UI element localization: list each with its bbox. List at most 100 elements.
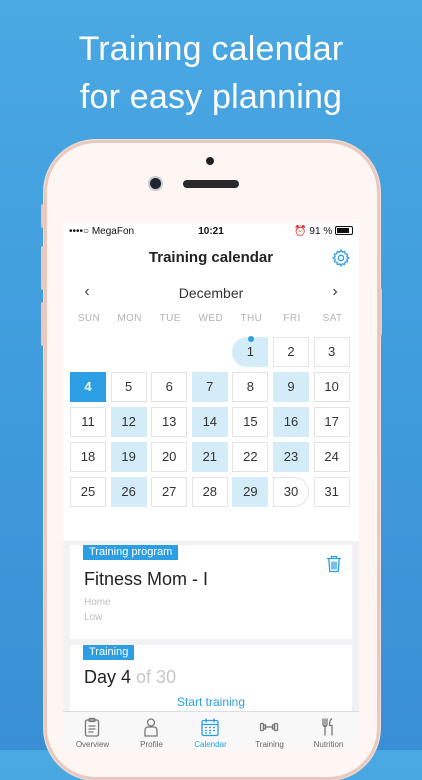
fork-knife-icon [322,717,333,736]
alarm-icon: ⏰ [294,226,307,237]
day-number: 16 [283,414,299,429]
promo-headline-line1: Training calendar [78,30,344,68]
calendar-day[interactable]: 10 [313,372,350,402]
calendar-day[interactable]: 2 [273,337,309,367]
battery-status: ⏰ 91 % [294,226,353,237]
weekday-label: SAT [322,313,343,324]
calendar-day[interactable]: 6 [151,372,188,402]
phone-volume-down [41,302,45,346]
tab-label: Profile [140,740,163,749]
day-number: 11 [81,414,95,429]
tab-bar: Overview Profile Calendar Training Nutri… [63,711,359,750]
calendar-day[interactable]: 30 [273,477,309,507]
program-tag: Training program [83,545,179,560]
calendar-day[interactable]: 25 [70,477,106,507]
dumbbell-icon [259,722,279,732]
day-number: 9 [287,379,295,394]
phone-volume-up [41,246,45,290]
calendar-day[interactable]: 3 [313,337,350,367]
start-training-button[interactable]: Start training [70,695,352,709]
day-number: 4 [84,379,92,394]
calendar-day[interactable]: 11 [70,407,106,437]
calendar-day[interactable]: 28 [191,477,228,507]
calendar-day[interactable]: 24 [313,442,350,472]
weekday-label: THU [240,313,263,324]
calendar-day[interactable]: 22 [232,442,269,472]
tab-calendar[interactable]: Calendar [181,712,240,750]
battery-percent: 91 % [309,226,333,237]
phone-power-button [378,288,382,336]
calendar-day[interactable]: 23 [273,442,309,472]
calendar-day[interactable]: 5 [110,372,147,402]
chevron-right-icon[interactable]: › [325,283,345,301]
tab-overview[interactable]: Overview [63,712,122,750]
day-number: 14 [202,414,218,429]
tab-profile[interactable]: Profile [122,712,181,750]
weekday-label: MON [117,313,142,324]
calendar-day[interactable]: 19 [110,442,147,472]
calendar-day[interactable]: 21 [191,442,228,472]
nav-bar: Training calendar [63,241,359,275]
phone-sensor [206,157,214,165]
weekday-label: TUE [159,313,181,324]
calendar-day[interactable]: 16 [273,407,309,437]
calendar-day[interactable]: 4 [70,372,106,402]
day-number: 20 [161,449,177,464]
day-number: 3 [327,344,336,359]
day-number: 8 [246,379,254,394]
training-tag: Training [83,645,135,660]
calendar-day[interactable]: 29 [232,477,269,507]
tab-label: Calendar [194,740,227,749]
calendar-day[interactable]: 14 [191,407,228,437]
phone-camera [150,178,161,189]
day-number: 17 [324,414,339,429]
phone-mute-switch [41,204,45,228]
calendar-day[interactable]: 12 [110,407,147,437]
calendar-day[interactable]: 13 [151,407,188,437]
program-location: Home [84,597,111,608]
weekday-label: SUN [77,313,101,324]
program-start-dot [248,336,255,342]
day-number: 10 [324,379,339,394]
day-number: 29 [243,484,258,499]
day-number: 1 [246,344,254,359]
calendar-day[interactable]: 8 [232,372,269,402]
calendar-day[interactable]: 15 [232,407,269,437]
page-title: Training calendar [148,249,274,266]
calendar-day[interactable]: 20 [151,442,188,472]
day-number: 15 [243,414,258,429]
day-number: 19 [121,449,136,464]
gear-icon[interactable] [331,248,351,268]
calendar-day[interactable]: 7 [191,372,228,402]
weekday-label: WED [198,313,224,324]
month-label: December [178,285,244,301]
day-number: 26 [121,484,136,499]
calendar-day[interactable]: 17 [313,407,350,437]
tab-label: Nutrition [313,740,344,749]
calendar-day[interactable]: 27 [151,477,188,507]
tab-training[interactable]: Training [240,712,299,750]
trash-icon[interactable] [326,555,342,573]
phone-speaker [183,180,239,188]
calendar-day[interactable]: 1 [232,336,269,367]
day-number: 18 [80,449,96,464]
calendar-day[interactable]: 18 [70,442,106,472]
day-number: 24 [324,449,339,464]
day-number: 6 [165,379,173,394]
calendar-day[interactable]: 9 [273,372,309,402]
day-number: 2 [287,344,295,359]
weekday-label: FRI [283,313,301,324]
calendar-card: ‹ December › SUN MON TUE WED THU FRI SAT 12345… [63,275,359,541]
program-name: Fitness Mom - I [84,569,209,589]
calendar-day[interactable]: 31 [313,477,350,507]
day-number: 27 [161,484,177,499]
calendar-day[interactable]: 26 [110,477,147,507]
training-day: Day 4 of 30 [84,667,176,688]
day-number: 12 [121,414,136,429]
promo-headline-line2: for easy planning [79,78,343,116]
day-number: 25 [80,484,96,499]
day-number: 31 [324,484,339,499]
day-number: 30 [283,484,299,499]
tab-nutrition[interactable]: Nutrition [299,712,358,750]
training-program-card[interactable]: Training program Fitness Mom - I Home Lo… [70,545,352,639]
